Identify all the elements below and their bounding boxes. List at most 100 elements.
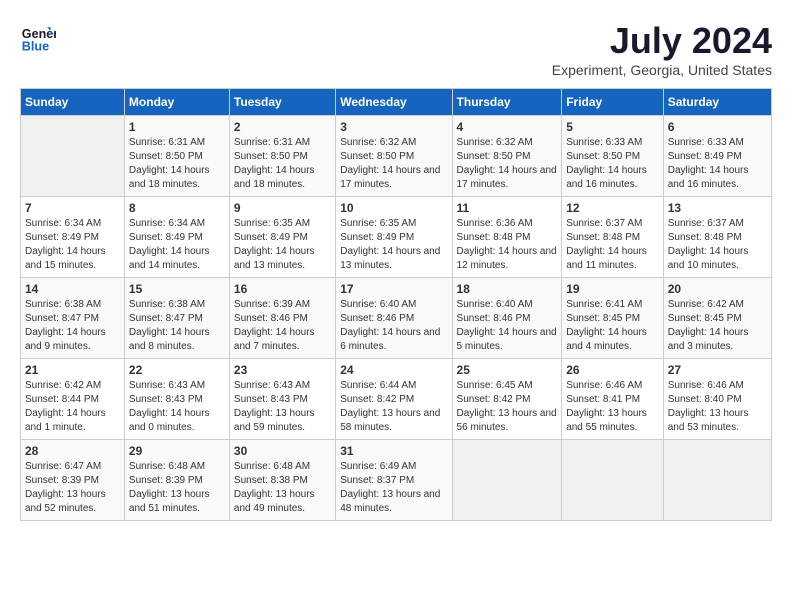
calendar-day-cell: 24Sunrise: 6:44 AM Sunset: 8:42 PM Dayli… [336,359,452,440]
calendar-day-cell: 1 Sunrise: 6:31 AM Sunset: 8:50 PM Daylig… [124,116,229,197]
day-info: Sunrise: 6:42 AM Sunset: 8:44 PM Dayligh… [25,379,120,435]
calendar-week-row: 21 Sunrise: 6:42 AM Sunset: 8:44 PM Dayli… [21,359,772,440]
day-info: Sunrise: 6:46 AM Sunset: 8:40 PM Dayligh… [668,379,767,435]
calendar-body: 1 Sunrise: 6:31 AM Sunset: 8:50 PM Daylig… [21,116,772,521]
day-info: Sunrise: 6:45 AM Sunset: 8:42 PM Dayligh… [457,379,558,435]
day-number: 16 [234,282,331,296]
calendar-week-row: 28 Sunrise: 6:47 AM Sunset: 8:39 PM Dayli… [21,440,772,521]
day-info: Sunrise: 6:48 AM Sunset: 8:38 PM Dayligh… [234,460,331,516]
calendar-day-cell: 30 Sunrise: 6:48 AM Sunset: 8:38 PM Dayli… [229,440,335,521]
day-info: Sunrise: 6:31 AM Sunset: 8:50 PM Dayligh… [234,136,331,192]
day-number: 4 [457,120,558,134]
day-number: 27 [668,363,767,377]
calendar-day-cell: 9Sunrise: 6:35 AM Sunset: 8:49 PM Daylig… [229,197,335,278]
calendar-header-row: SundayMondayTuesdayWednesdayThursdayFrid… [21,89,772,116]
day-number: 11 [457,201,558,215]
day-number: 15 [129,282,225,296]
day-info: Sunrise: 6:33 AM Sunset: 8:49 PM Dayligh… [668,136,767,192]
day-number: 23 [234,363,331,377]
day-number: 31 [340,444,447,458]
day-info: Sunrise: 6:34 AM Sunset: 8:49 PM Dayligh… [25,217,120,273]
day-info: Sunrise: 6:36 AM Sunset: 8:48 PM Dayligh… [457,217,558,273]
day-number: 30 [234,444,331,458]
day-info: Sunrise: 6:43 AM Sunset: 8:43 PM Dayligh… [129,379,225,435]
day-info: Sunrise: 6:46 AM Sunset: 8:41 PM Dayligh… [566,379,659,435]
day-number: 7 [25,201,120,215]
day-number: 10 [340,201,447,215]
calendar-header-cell: Monday [124,89,229,116]
day-info: Sunrise: 6:33 AM Sunset: 8:50 PM Dayligh… [566,136,659,192]
month-title: July 2024 [552,20,772,62]
day-info: Sunrise: 6:41 AM Sunset: 8:45 PM Dayligh… [566,298,659,354]
day-info: Sunrise: 6:47 AM Sunset: 8:39 PM Dayligh… [25,460,120,516]
calendar-day-cell: 28 Sunrise: 6:47 AM Sunset: 8:39 PM Dayli… [21,440,125,521]
calendar-day-cell: 18 Sunrise: 6:40 AM Sunset: 8:46 PM Dayli… [452,278,562,359]
calendar-week-row: 1 Sunrise: 6:31 AM Sunset: 8:50 PM Daylig… [21,116,772,197]
day-info: Sunrise: 6:49 AM Sunset: 8:37 PM Dayligh… [340,460,447,516]
day-number: 22 [129,363,225,377]
calendar-day-cell: 31 Sunrise: 6:49 AM Sunset: 8:37 PM Dayli… [336,440,452,521]
calendar-day-cell: 21 Sunrise: 6:42 AM Sunset: 8:44 PM Dayli… [21,359,125,440]
calendar-day-cell: 12 Sunrise: 6:37 AM Sunset: 8:48 PM Dayli… [562,197,664,278]
calendar-week-row: 14 Sunrise: 6:38 AM Sunset: 8:47 PM Dayli… [21,278,772,359]
day-info: Sunrise: 6:44 AM Sunset: 8:42 PM Dayligh… [340,379,447,435]
day-info: Sunrise: 6:34 AM Sunset: 8:49 PM Dayligh… [129,217,225,273]
day-number: 18 [457,282,558,296]
calendar-day-cell: 22 Sunrise: 6:43 AM Sunset: 8:43 PM Dayli… [124,359,229,440]
calendar-header-cell: Tuesday [229,89,335,116]
day-info: Sunrise: 6:37 AM Sunset: 8:48 PM Dayligh… [668,217,767,273]
calendar-header-cell: Saturday [663,89,771,116]
calendar-day-cell: 10 Sunrise: 6:35 AM Sunset: 8:49 PM Dayli… [336,197,452,278]
calendar-header-cell: Friday [562,89,664,116]
calendar-day-cell [21,116,125,197]
day-info: Sunrise: 6:32 AM Sunset: 8:50 PM Dayligh… [340,136,447,192]
day-info: Sunrise: 6:37 AM Sunset: 8:48 PM Dayligh… [566,217,659,273]
day-number: 8 [129,201,225,215]
day-info: Sunrise: 6:32 AM Sunset: 8:50 PM Dayligh… [457,136,558,192]
calendar-day-cell: 26 Sunrise: 6:46 AM Sunset: 8:41 PM Dayli… [562,359,664,440]
day-number: 26 [566,363,659,377]
calendar-day-cell: 29 Sunrise: 6:48 AM Sunset: 8:39 PM Dayli… [124,440,229,521]
day-info: Sunrise: 6:38 AM Sunset: 8:47 PM Dayligh… [25,298,120,354]
calendar-header-cell: Sunday [21,89,125,116]
calendar-week-row: 7 Sunrise: 6:34 AM Sunset: 8:49 PM Daylig… [21,197,772,278]
calendar-day-cell: 14 Sunrise: 6:38 AM Sunset: 8:47 PM Dayli… [21,278,125,359]
day-info: Sunrise: 6:42 AM Sunset: 8:45 PM Dayligh… [668,298,767,354]
title-area: July 2024 Experiment, Georgia, United St… [552,20,772,78]
day-number: 25 [457,363,558,377]
calendar-day-cell: 4 Sunrise: 6:32 AM Sunset: 8:50 PM Daylig… [452,116,562,197]
day-number: 14 [25,282,120,296]
day-info: Sunrise: 6:48 AM Sunset: 8:39 PM Dayligh… [129,460,225,516]
calendar-header-cell: Wednesday [336,89,452,116]
calendar-day-cell: 17Sunrise: 6:40 AM Sunset: 8:46 PM Dayli… [336,278,452,359]
calendar-day-cell: 2 Sunrise: 6:31 AM Sunset: 8:50 PM Daylig… [229,116,335,197]
calendar-day-cell [452,440,562,521]
logo-icon: General Blue [20,20,56,56]
day-number: 5 [566,120,659,134]
calendar-day-cell: 20Sunrise: 6:42 AM Sunset: 8:45 PM Dayli… [663,278,771,359]
calendar-day-cell: 16 Sunrise: 6:39 AM Sunset: 8:46 PM Dayli… [229,278,335,359]
day-number: 6 [668,120,767,134]
calendar-day-cell: 23Sunrise: 6:43 AM Sunset: 8:43 PM Dayli… [229,359,335,440]
location-title: Experiment, Georgia, United States [552,62,772,78]
calendar-day-cell [562,440,664,521]
day-number: 29 [129,444,225,458]
day-number: 1 [129,120,225,134]
day-info: Sunrise: 6:40 AM Sunset: 8:46 PM Dayligh… [457,298,558,354]
day-number: 3 [340,120,447,134]
page-header: General Blue July 2024 Experiment, Georg… [20,20,772,78]
day-number: 19 [566,282,659,296]
day-number: 2 [234,120,331,134]
calendar-day-cell [663,440,771,521]
calendar-table: SundayMondayTuesdayWednesdayThursdayFrid… [20,88,772,521]
calendar-day-cell: 6 Sunrise: 6:33 AM Sunset: 8:49 PM Daylig… [663,116,771,197]
day-number: 28 [25,444,120,458]
day-info: Sunrise: 6:35 AM Sunset: 8:49 PM Dayligh… [234,217,331,273]
day-info: Sunrise: 6:31 AM Sunset: 8:50 PM Dayligh… [129,136,225,192]
calendar-day-cell: 7 Sunrise: 6:34 AM Sunset: 8:49 PM Daylig… [21,197,125,278]
day-info: Sunrise: 6:35 AM Sunset: 8:49 PM Dayligh… [340,217,447,273]
day-number: 12 [566,201,659,215]
day-number: 17 [340,282,447,296]
day-number: 21 [25,363,120,377]
day-info: Sunrise: 6:39 AM Sunset: 8:46 PM Dayligh… [234,298,331,354]
